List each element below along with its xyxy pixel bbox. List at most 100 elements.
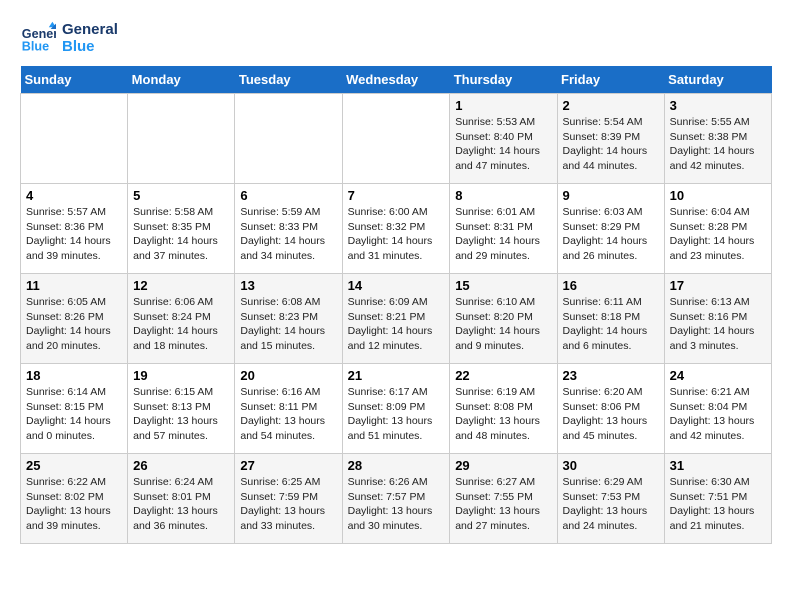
day-number: 15	[455, 278, 551, 293]
day-number: 1	[455, 98, 551, 113]
calendar-cell: 11 Sunrise: 6:05 AMSunset: 8:26 PMDayligh…	[21, 274, 128, 364]
calendar-cell: 21 Sunrise: 6:17 AMSunset: 8:09 PMDayligh…	[342, 364, 450, 454]
day-info: Sunrise: 6:16 AMSunset: 8:11 PMDaylight:…	[240, 385, 336, 444]
day-number: 3	[670, 98, 766, 113]
day-number: 17	[670, 278, 766, 293]
calendar-cell: 16 Sunrise: 6:11 AMSunset: 8:18 PMDayligh…	[557, 274, 664, 364]
header: General Blue General Blue	[20, 20, 772, 56]
calendar-cell: 31 Sunrise: 6:30 AMSunset: 7:51 PMDayligh…	[664, 454, 771, 544]
day-info: Sunrise: 6:11 AMSunset: 8:18 PMDaylight:…	[563, 295, 659, 354]
calendar-cell	[128, 94, 235, 184]
day-number: 6	[240, 188, 336, 203]
calendar-cell: 4 Sunrise: 5:57 AMSunset: 8:36 PMDaylight…	[21, 184, 128, 274]
col-header-friday: Friday	[557, 66, 664, 94]
calendar-cell: 22 Sunrise: 6:19 AMSunset: 8:08 PMDayligh…	[450, 364, 557, 454]
day-number: 19	[133, 368, 229, 383]
day-info: Sunrise: 6:10 AMSunset: 8:20 PMDaylight:…	[455, 295, 551, 354]
day-info: Sunrise: 6:08 AMSunset: 8:23 PMDaylight:…	[240, 295, 336, 354]
day-number: 4	[26, 188, 122, 203]
day-info: Sunrise: 6:09 AMSunset: 8:21 PMDaylight:…	[348, 295, 445, 354]
calendar-cell: 3 Sunrise: 5:55 AMSunset: 8:38 PMDaylight…	[664, 94, 771, 184]
calendar-cell: 28 Sunrise: 6:26 AMSunset: 7:57 PMDayligh…	[342, 454, 450, 544]
day-number: 28	[348, 458, 445, 473]
col-header-sunday: Sunday	[21, 66, 128, 94]
calendar-cell: 13Sunrise: 6:08 AMSunset: 8:23 PMDayligh…	[235, 274, 342, 364]
day-info: Sunrise: 6:01 AMSunset: 8:31 PMDaylight:…	[455, 205, 551, 264]
calendar-cell: 27 Sunrise: 6:25 AMSunset: 7:59 PMDayligh…	[235, 454, 342, 544]
day-number: 2	[563, 98, 659, 113]
day-info: Sunrise: 5:57 AMSunset: 8:36 PMDaylight:…	[26, 205, 122, 264]
day-number: 5	[133, 188, 229, 203]
day-number: 8	[455, 188, 551, 203]
calendar-cell: 2 Sunrise: 5:54 AMSunset: 8:39 PMDaylight…	[557, 94, 664, 184]
day-info: Sunrise: 6:24 AMSunset: 8:01 PMDaylight:…	[133, 475, 229, 534]
day-number: 22	[455, 368, 551, 383]
day-number: 20	[240, 368, 336, 383]
day-number: 27	[240, 458, 336, 473]
col-header-saturday: Saturday	[664, 66, 771, 94]
day-number: 26	[133, 458, 229, 473]
calendar-cell: 26 Sunrise: 6:24 AMSunset: 8:01 PMDayligh…	[128, 454, 235, 544]
calendar-cell: 30 Sunrise: 6:29 AMSunset: 7:53 PMDayligh…	[557, 454, 664, 544]
day-number: 12	[133, 278, 229, 293]
calendar-cell: 24Sunrise: 6:21 AMSunset: 8:04 PMDayligh…	[664, 364, 771, 454]
logo-icon: General Blue	[20, 20, 56, 56]
col-header-tuesday: Tuesday	[235, 66, 342, 94]
day-info: Sunrise: 6:05 AMSunset: 8:26 PMDaylight:…	[26, 295, 122, 354]
col-header-thursday: Thursday	[450, 66, 557, 94]
day-number: 29	[455, 458, 551, 473]
calendar-cell: 7 Sunrise: 6:00 AMSunset: 8:32 PMDaylight…	[342, 184, 450, 274]
calendar-cell: 12Sunrise: 6:06 AMSunset: 8:24 PMDayligh…	[128, 274, 235, 364]
calendar-cell: 10 Sunrise: 6:04 AMSunset: 8:28 PMDayligh…	[664, 184, 771, 274]
calendar-cell: 1 Sunrise: 5:53 AMSunset: 8:40 PMDaylight…	[450, 94, 557, 184]
day-info: Sunrise: 6:27 AMSunset: 7:55 PMDaylight:…	[455, 475, 551, 534]
calendar-cell: 23 Sunrise: 6:20 AMSunset: 8:06 PMDayligh…	[557, 364, 664, 454]
calendar-cell: 15 Sunrise: 6:10 AMSunset: 8:20 PMDayligh…	[450, 274, 557, 364]
day-info: Sunrise: 5:59 AMSunset: 8:33 PMDaylight:…	[240, 205, 336, 264]
col-header-wednesday: Wednesday	[342, 66, 450, 94]
day-number: 23	[563, 368, 659, 383]
svg-text:Blue: Blue	[22, 40, 49, 54]
day-info: Sunrise: 6:30 AMSunset: 7:51 PMDaylight:…	[670, 475, 766, 534]
logo: General Blue General Blue	[20, 20, 118, 56]
logo-name-general: General	[62, 21, 118, 38]
day-number: 21	[348, 368, 445, 383]
calendar-cell: 25 Sunrise: 6:22 AMSunset: 8:02 PMDayligh…	[21, 454, 128, 544]
day-info: Sunrise: 6:17 AMSunset: 8:09 PMDaylight:…	[348, 385, 445, 444]
calendar-cell: 19 Sunrise: 6:15 AMSunset: 8:13 PMDayligh…	[128, 364, 235, 454]
day-number: 18	[26, 368, 122, 383]
calendar-cell: 18Sunrise: 6:14 AMSunset: 8:15 PMDayligh…	[21, 364, 128, 454]
day-number: 31	[670, 458, 766, 473]
day-number: 10	[670, 188, 766, 203]
col-header-monday: Monday	[128, 66, 235, 94]
calendar-cell: 9Sunrise: 6:03 AMSunset: 8:29 PMDaylight…	[557, 184, 664, 274]
day-info: Sunrise: 6:25 AMSunset: 7:59 PMDaylight:…	[240, 475, 336, 534]
day-number: 11	[26, 278, 122, 293]
calendar-cell	[21, 94, 128, 184]
day-info: Sunrise: 6:15 AMSunset: 8:13 PMDaylight:…	[133, 385, 229, 444]
day-number: 25	[26, 458, 122, 473]
day-info: Sunrise: 6:20 AMSunset: 8:06 PMDaylight:…	[563, 385, 659, 444]
calendar-cell	[235, 94, 342, 184]
day-info: Sunrise: 6:00 AMSunset: 8:32 PMDaylight:…	[348, 205, 445, 264]
day-info: Sunrise: 6:04 AMSunset: 8:28 PMDaylight:…	[670, 205, 766, 264]
day-number: 16	[563, 278, 659, 293]
day-info: Sunrise: 6:26 AMSunset: 7:57 PMDaylight:…	[348, 475, 445, 534]
day-number: 30	[563, 458, 659, 473]
day-info: Sunrise: 5:54 AMSunset: 8:39 PMDaylight:…	[563, 115, 659, 174]
day-info: Sunrise: 6:13 AMSunset: 8:16 PMDaylight:…	[670, 295, 766, 354]
day-info: Sunrise: 5:53 AMSunset: 8:40 PMDaylight:…	[455, 115, 551, 174]
day-number: 14	[348, 278, 445, 293]
day-info: Sunrise: 6:22 AMSunset: 8:02 PMDaylight:…	[26, 475, 122, 534]
day-info: Sunrise: 6:21 AMSunset: 8:04 PMDaylight:…	[670, 385, 766, 444]
day-info: Sunrise: 6:29 AMSunset: 7:53 PMDaylight:…	[563, 475, 659, 534]
calendar-cell: 8 Sunrise: 6:01 AMSunset: 8:31 PMDaylight…	[450, 184, 557, 274]
day-info: Sunrise: 5:55 AMSunset: 8:38 PMDaylight:…	[670, 115, 766, 174]
day-info: Sunrise: 6:19 AMSunset: 8:08 PMDaylight:…	[455, 385, 551, 444]
day-number: 7	[348, 188, 445, 203]
logo-name-blue: Blue	[62, 38, 118, 55]
calendar-cell: 5Sunrise: 5:58 AMSunset: 8:35 PMDaylight…	[128, 184, 235, 274]
calendar-cell: 14 Sunrise: 6:09 AMSunset: 8:21 PMDayligh…	[342, 274, 450, 364]
calendar-cell: 6 Sunrise: 5:59 AMSunset: 8:33 PMDaylight…	[235, 184, 342, 274]
calendar-table: SundayMondayTuesdayWednesdayThursdayFrid…	[20, 66, 772, 544]
